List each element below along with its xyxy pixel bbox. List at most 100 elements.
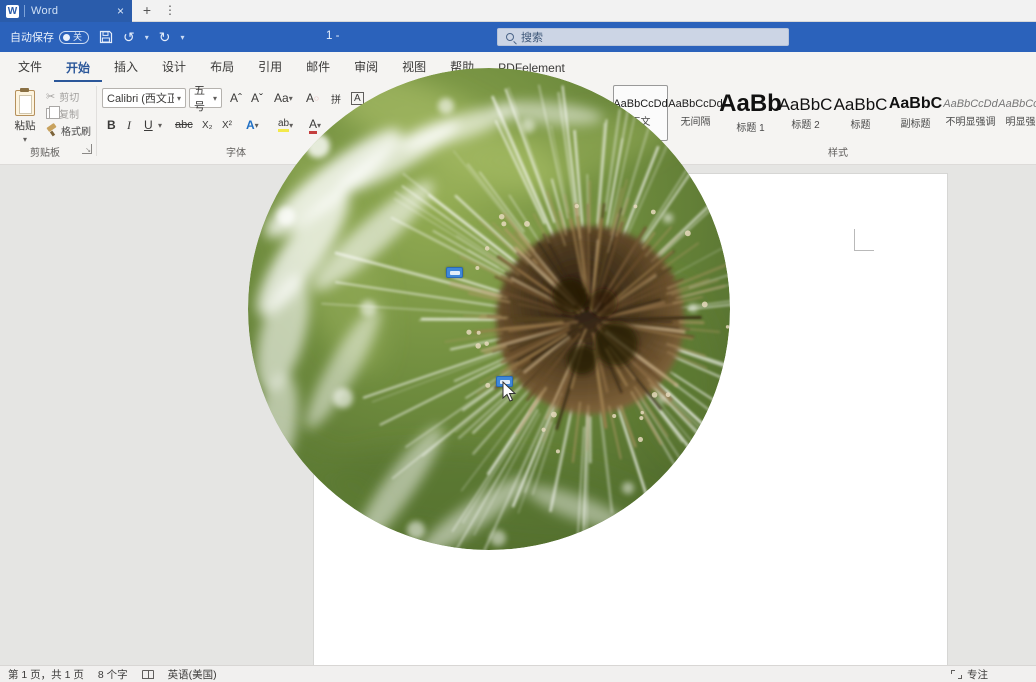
ribbon-tab-home[interactable]: 开始 <box>54 53 102 83</box>
clear-formatting-button[interactable]: A◌ <box>303 88 322 108</box>
autosave-label: 自动保存 <box>10 29 54 45</box>
styles-gallery: AaBbCcDd正文AaBbCcDd无间隔AaBb标题 1AaBbC标题 2Aa… <box>613 85 1036 141</box>
style-item-emphasis[interactable]: AaBbCcDd 明显强调 <box>998 85 1036 141</box>
format-painter-label: 格式刷 <box>61 123 91 138</box>
style-sample: AaBb <box>719 92 782 116</box>
status-bar: 第 1 页，共 1 页 8 个字 英语(美国) 专注 <box>0 665 1036 682</box>
paste-label: 粘贴 <box>15 118 36 133</box>
page-indicator[interactable]: 第 1 页，共 1 页 <box>8 667 84 682</box>
tab-title: Word <box>31 5 115 17</box>
inserted-picture[interactable] <box>248 68 730 550</box>
paste-button[interactable]: 粘贴 ▾ <box>6 86 44 148</box>
copy-button[interactable]: 复制 <box>46 105 91 121</box>
group-divider <box>96 86 97 156</box>
ribbon-tab-review[interactable]: 审阅 <box>342 52 390 82</box>
style-sample: AaBbC <box>834 96 888 113</box>
highlight-button[interactable]: ab▾ <box>275 115 296 135</box>
style-item-no-spacing[interactable]: AaBbCcDd 无间隔 <box>668 85 723 141</box>
copy-label: 复制 <box>59 106 79 121</box>
font-name-select[interactable]: Calibri (西文正文 ▾ <box>102 88 186 108</box>
quick-access-toolbar: 自动保存 关 ↺ ▾ ↻ ▾ <box>10 22 185 52</box>
copy-icon <box>46 108 55 119</box>
search-icon <box>506 33 514 41</box>
phonetic-guide-button[interactable]: 拼 <box>328 88 344 108</box>
shrink-font-button[interactable]: Aˇ <box>248 88 266 108</box>
style-item-title[interactable]: AaBbC 标题 <box>833 85 888 141</box>
font-color-button[interactable]: A▾ <box>306 115 324 135</box>
character-border-label: A <box>351 92 364 105</box>
tab-separator <box>24 5 25 17</box>
save-icon[interactable] <box>99 30 113 44</box>
style-name: 标题 2 <box>791 116 819 131</box>
underline-caret-icon[interactable]: ▾ <box>155 115 165 135</box>
clipboard-mini-buttons: ✂ 剪切 复制 格式刷 <box>46 88 91 138</box>
tab-strip: W Word × + ⋮ <box>0 0 1036 22</box>
language-indicator[interactable]: 英语(美国) <box>168 667 217 682</box>
autosave-state: 关 <box>73 32 82 43</box>
title-bar: 自动保存 关 ↺ ▾ ↻ ▾ 1 - 搜索 <box>0 22 1036 52</box>
autosave-switch[interactable]: 关 <box>59 31 89 44</box>
style-name: 标题 <box>851 116 871 131</box>
style-sample: AaBbC <box>889 96 942 112</box>
cut-icon: ✂ <box>46 90 55 103</box>
ribbon-tab-insert[interactable]: 插入 <box>102 52 150 82</box>
format-painter-button[interactable]: 格式刷 <box>46 122 91 138</box>
font-name-value: Calibri (西文正文 <box>107 90 174 106</box>
word-logo-icon: W <box>6 5 19 18</box>
autosave-toggle[interactable]: 自动保存 关 <box>10 29 89 45</box>
style-sample: AaBbCcDd <box>668 99 722 110</box>
paste-clipboard-icon <box>15 90 35 116</box>
ribbon-tab-mailings[interactable]: 邮件 <box>294 52 342 82</box>
overflow-menu-icon[interactable]: ⋮ <box>163 2 177 20</box>
font-color-label: A <box>309 117 317 134</box>
bold-button[interactable]: B <box>104 115 119 135</box>
italic-button[interactable]: I <box>124 115 134 135</box>
style-item-subtle-emphasis[interactable]: AaBbCcDd不明显强调 <box>943 85 998 141</box>
redo-icon[interactable]: ↻ <box>159 29 171 46</box>
click-indicator-badge <box>446 267 463 278</box>
subscript-button[interactable]: X₂ <box>199 115 216 135</box>
word-app-tab[interactable]: W Word × <box>0 0 132 22</box>
word-count[interactable]: 8 个字 <box>98 667 128 682</box>
focus-icon <box>951 670 962 679</box>
font-group-label: 字体 <box>226 144 246 159</box>
grow-font-button[interactable]: Aˆ <box>227 88 245 108</box>
style-item-heading-1[interactable]: AaBb标题 1 <box>723 85 778 141</box>
paste-caret-icon[interactable]: ▾ <box>23 135 27 144</box>
word-window: W Word × + ⋮ 自动保存 关 ↺ ▾ ↻ ▾ <box>0 0 1036 682</box>
style-sample: AaBbC <box>779 96 833 113</box>
undo-icon[interactable]: ↺ <box>123 29 135 46</box>
text-effects-button[interactable]: A▾ <box>243 115 262 135</box>
cut-button[interactable]: ✂ 剪切 <box>46 88 91 104</box>
clipboard-group-label: 剪贴板 <box>30 144 60 159</box>
font-name-caret-icon: ▾ <box>177 94 181 103</box>
style-item-subtitle[interactable]: AaBbC副标题 <box>888 85 943 141</box>
style-name: 标题 1 <box>736 119 764 134</box>
proofing-icon[interactable] <box>142 670 154 679</box>
toggle-knob-icon <box>63 34 70 41</box>
strikethrough-button[interactable]: abc <box>172 115 196 135</box>
close-tab-icon[interactable]: × <box>115 4 126 18</box>
style-item-heading-2[interactable]: AaBbC 标题 2 <box>778 85 833 141</box>
style-sample: AaBbCcDd <box>998 99 1036 110</box>
qat-customize-caret-icon[interactable]: ▾ <box>180 33 184 42</box>
ribbon-tab-file[interactable]: 文件 <box>6 52 54 82</box>
font-size-caret-icon: ▾ <box>213 94 217 103</box>
search-box[interactable]: 搜索 <box>497 28 789 46</box>
undo-caret-icon[interactable]: ▾ <box>145 33 149 42</box>
focus-mode-button[interactable]: 专注 <box>951 667 988 682</box>
ribbon-tab-layout[interactable]: 布局 <box>198 52 246 82</box>
style-name: 明显强调 <box>1006 113 1036 128</box>
change-case-label: Aa <box>274 91 289 105</box>
highlight-label: ab <box>278 118 289 132</box>
clipboard-dialog-launcher[interactable] <box>82 144 92 154</box>
style-name: 无间隔 <box>681 113 711 128</box>
new-tab-button[interactable]: + <box>138 2 156 20</box>
underline-button[interactable]: U <box>141 115 156 135</box>
change-case-button[interactable]: Aa▾ <box>271 88 296 108</box>
superscript-button[interactable]: X² <box>219 115 235 135</box>
font-size-select[interactable]: 五号 ▾ <box>189 88 222 108</box>
ribbon-tab-references[interactable]: 引用 <box>246 52 294 82</box>
ribbon-tab-design[interactable]: 设计 <box>150 52 198 82</box>
clear-formatting-label: A <box>306 91 314 105</box>
